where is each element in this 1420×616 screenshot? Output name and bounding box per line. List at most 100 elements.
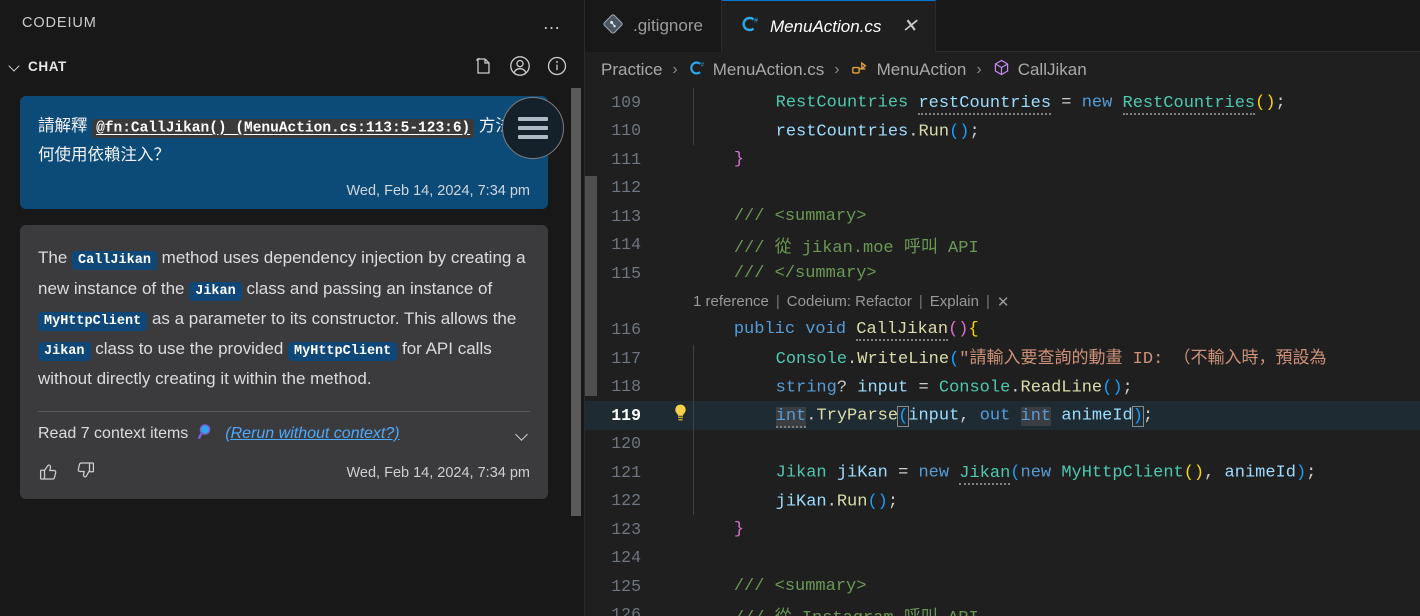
tab-gitignore[interactable]: .gitignore <box>585 0 722 52</box>
code-line[interactable]: 112 <box>585 174 1420 203</box>
editor-area: .gitignore # MenuAction.cs ✕ Practice › <box>585 0 1420 616</box>
code-line-container: 109 RestCountries restCountries = new Re… <box>585 88 1420 616</box>
assistant-text-run: class and passing an instance of <box>241 278 493 298</box>
user-message-timestamp: Wed, Feb 14, 2024, 7:34 pm <box>346 183 530 200</box>
code-line[interactable]: 125 /// <summary> <box>585 572 1420 601</box>
sidebar-header: CODEIUM … <box>0 0 584 46</box>
chat-message-user: 請解釋 @fn:CallJikan() (MenuAction.cs:113:5… <box>20 96 548 210</box>
codelens-close-icon[interactable]: ✕ <box>997 293 1010 311</box>
vscode-window: CODEIUM … CHAT 請解釋 @fn:CallJikan() (Menu… <box>0 0 1420 616</box>
sidebar-scrollbar[interactable] <box>571 88 581 516</box>
inline-code-chip[interactable]: Jikan <box>38 342 91 362</box>
code-line[interactable]: 119 int.TryParse(input, out int animeId)… <box>585 401 1420 430</box>
line-number: 114 <box>611 235 641 255</box>
new-chat-icon[interactable] <box>472 55 494 77</box>
chevron-down-icon[interactable] <box>6 57 24 75</box>
codelens-refactor[interactable]: Codeium: Refactor <box>787 293 912 310</box>
code-line-text: RestCountries restCountries = new RestCo… <box>693 88 1420 117</box>
magnifier-icon <box>197 422 216 446</box>
code-line[interactable]: 115 /// </summary> <box>585 259 1420 288</box>
more-actions-icon[interactable]: … <box>537 14 569 32</box>
code-line-text: string? input = Console.ReadLine(); <box>693 372 1420 401</box>
context-label: Read 7 context items <box>38 424 189 442</box>
panel-title: CODEIUM <box>22 15 97 31</box>
close-icon[interactable]: ✕ <box>901 15 917 38</box>
info-icon[interactable] <box>546 55 568 77</box>
class-icon <box>850 59 870 82</box>
code-line-text: Jikan jiKan = new Jikan(new MyHttpClient… <box>693 458 1420 487</box>
line-number: 125 <box>611 576 641 596</box>
breadcrumb-item-class[interactable]: MenuAction <box>850 59 967 82</box>
line-number: 121 <box>611 462 641 482</box>
code-line-text: int.TryParse(input, out int animeId); <box>693 401 1420 430</box>
code-line-text: } <box>733 149 745 169</box>
hamburger-bar <box>518 135 548 139</box>
chat-menu-button[interactable] <box>502 97 564 159</box>
breadcrumb-item-practice[interactable]: Practice <box>601 60 662 80</box>
code-line[interactable]: 114 /// 從 jikan.moe 呼叫 API <box>585 231 1420 260</box>
chat-section-header[interactable]: CHAT <box>0 46 584 86</box>
code-line[interactable]: 110 restCountries.Run(); <box>585 116 1420 145</box>
codelens-explain[interactable]: Explain <box>930 293 979 310</box>
code-line-text: /// 從 jikan.moe 呼叫 API <box>733 238 979 258</box>
line-number: 119 <box>611 405 641 425</box>
code-line[interactable]: 121 Jikan jiKan = new Jikan(new MyHttpCl… <box>585 458 1420 487</box>
code-line[interactable]: 116 public void CallJikan(){ <box>585 316 1420 345</box>
code-line[interactable]: 117 Console.WriteLine("請輸入要查詢的動畫 ID: （不輸… <box>585 343 1420 374</box>
inline-code-chip[interactable]: MyHttpClient <box>38 311 148 331</box>
code-line-text <box>693 429 1420 458</box>
code-content[interactable]: 109 RestCountries restCountries = new Re… <box>585 88 1420 616</box>
inline-code-chip[interactable]: Jikan <box>189 281 242 301</box>
breadcrumb-label: MenuAction <box>876 60 967 79</box>
code-line-text: Console.WriteLine("請輸入要查詢的動畫 ID: （不輸入時，預… <box>693 343 1420 374</box>
inline-code-chip[interactable]: MyHttpClient <box>288 342 398 362</box>
line-number: 124 <box>611 548 641 568</box>
breadcrumb-separator: › <box>672 61 678 78</box>
account-icon[interactable] <box>508 54 532 78</box>
breadcrumb-item-file[interactable]: # MenuAction.cs <box>688 59 824 82</box>
codelens-separator: | <box>775 293 780 310</box>
code-line-text: /// <summary> <box>733 576 867 596</box>
rerun-without-context-link[interactable]: (Rerun without context?) <box>225 425 399 443</box>
hamburger-bar <box>518 126 548 130</box>
code-line[interactable]: 124 <box>585 544 1420 573</box>
editor-vertical-scrollbar[interactable] <box>585 176 597 396</box>
code-line[interactable]: 109 RestCountries restCountries = new Re… <box>585 88 1420 117</box>
inline-code-chip[interactable]: CallJikan <box>72 251 157 271</box>
thumbs-up-icon[interactable] <box>38 460 60 487</box>
codelens-row: 1 reference | Codeium: Refactor | Explain | ✕ <box>585 288 1420 316</box>
assistant-message-timestamp: Wed, Feb 14, 2024, 7:34 pm <box>346 465 530 482</box>
feedback-row: Wed, Feb 14, 2024, 7:34 pm <box>38 460 530 487</box>
line-number: 111 <box>611 149 641 169</box>
code-line-text: jiKan.Run(); <box>693 486 1420 515</box>
svg-text:#: # <box>754 18 758 25</box>
code-line-text: restCountries.Run(); <box>693 116 1420 145</box>
line-number: 113 <box>611 206 641 226</box>
code-line[interactable]: 111 } <box>585 145 1420 174</box>
breadcrumb-separator: › <box>976 61 982 78</box>
code-line[interactable]: 122 jiKan.Run(); <box>585 486 1420 515</box>
tab-label: .gitignore <box>633 16 703 35</box>
expand-context-chevron-icon[interactable] <box>514 426 530 442</box>
codelens-references[interactable]: 1 reference <box>693 293 769 310</box>
line-number: 109 <box>611 92 641 112</box>
code-line[interactable]: 123 } <box>585 515 1420 544</box>
line-number: 126 <box>611 605 641 616</box>
thumbs-down-icon[interactable] <box>74 460 96 487</box>
code-line[interactable]: 118 string? input = Console.ReadLine(); <box>585 372 1420 401</box>
chat-message-assistant: The CallJikan method uses dependency inj… <box>20 225 548 499</box>
code-reference-chip[interactable]: @fn:CallJikan() (MenuAction.cs:113:5-123… <box>92 118 475 138</box>
code-line-text: public void CallJikan(){ <box>733 320 979 342</box>
line-number: 112 <box>611 178 641 198</box>
code-line-text: /// </summary> <box>733 263 877 283</box>
code-line[interactable]: 126 /// 從 Instagram 呼叫 API <box>585 601 1420 616</box>
line-number: 118 <box>611 377 641 397</box>
code-line[interactable]: 120 <box>585 429 1420 458</box>
breadcrumb-item-method[interactable]: CallJikan <box>992 58 1087 82</box>
lightbulb-icon[interactable] <box>667 403 693 428</box>
line-number: 123 <box>611 519 641 539</box>
tab-menuaction-cs[interactable]: # MenuAction.cs ✕ <box>721 0 937 52</box>
method-icon <box>992 58 1011 82</box>
code-line[interactable]: 113 /// <summary> <box>585 202 1420 231</box>
assistant-text-run: The <box>38 248 73 268</box>
